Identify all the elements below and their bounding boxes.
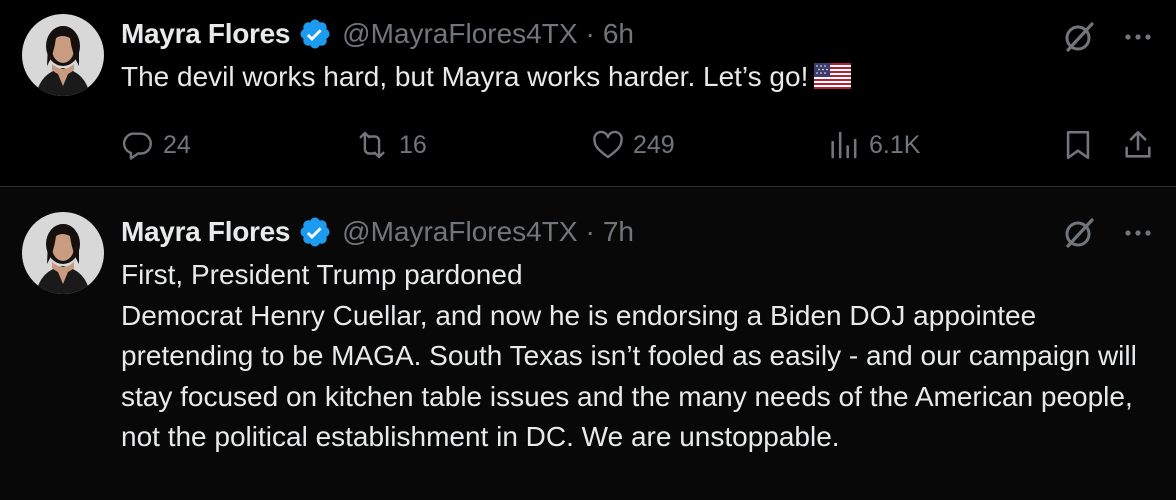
views-count: 6.1K bbox=[869, 130, 921, 159]
author-name[interactable]: Mayra Flores bbox=[121, 14, 290, 54]
us-flag-icon bbox=[814, 60, 852, 101]
author-handle[interactable]: @MayraFlores4TX bbox=[342, 14, 577, 54]
reply-button[interactable]: 24 bbox=[121, 124, 191, 166]
more-icon[interactable] bbox=[1120, 216, 1156, 250]
action-bar: 24 16 249 6.1K bbox=[121, 124, 1161, 166]
share-button[interactable] bbox=[1121, 124, 1163, 166]
separator: · bbox=[585, 216, 595, 247]
tweet-text: The devil works hard, but Mayra works ha… bbox=[121, 57, 1151, 101]
grok-icon[interactable] bbox=[1062, 20, 1096, 54]
avatar[interactable] bbox=[22, 212, 104, 294]
verified-badge-icon bbox=[298, 215, 332, 249]
more-icon[interactable] bbox=[1120, 20, 1156, 54]
like-icon bbox=[593, 130, 623, 159]
reply-icon bbox=[122, 132, 152, 160]
repost-count: 16 bbox=[399, 130, 427, 159]
tweet-header: Mayra Flores @MayraFlores4TX · 6h bbox=[121, 14, 634, 54]
views-icon bbox=[831, 131, 857, 159]
timestamp[interactable]: 7h bbox=[603, 212, 634, 252]
bookmark-icon bbox=[1066, 130, 1090, 160]
separator: · bbox=[585, 18, 595, 49]
reply-count: 24 bbox=[163, 130, 191, 159]
repost-button[interactable]: 16 bbox=[353, 124, 427, 166]
author-handle[interactable]: @MayraFlores4TX bbox=[342, 212, 577, 252]
timestamp[interactable]: 6h bbox=[603, 14, 634, 54]
avatar[interactable] bbox=[22, 14, 104, 96]
bookmark-button[interactable] bbox=[1061, 124, 1103, 166]
grok-icon[interactable] bbox=[1062, 216, 1096, 250]
like-count: 249 bbox=[633, 130, 675, 159]
views-button[interactable]: 6.1K bbox=[827, 124, 920, 166]
share-icon bbox=[1125, 130, 1151, 158]
tweet[interactable]: Mayra Flores @MayraFlores4TX · 7h First,… bbox=[0, 188, 1176, 500]
tweet-text: First, President Trump pardoned Democrat… bbox=[121, 259, 1137, 452]
author-name[interactable]: Mayra Flores bbox=[121, 212, 290, 252]
repost-icon bbox=[359, 131, 385, 159]
tweet[interactable]: Mayra Flores @MayraFlores4TX · 6h The de… bbox=[0, 0, 1176, 187]
tweet-text-content: The devil works hard, but Mayra works ha… bbox=[121, 61, 809, 92]
tweet-header: Mayra Flores @MayraFlores4TX · 7h bbox=[121, 212, 634, 252]
verified-badge-icon bbox=[298, 17, 332, 51]
like-button[interactable]: 249 bbox=[591, 124, 675, 166]
